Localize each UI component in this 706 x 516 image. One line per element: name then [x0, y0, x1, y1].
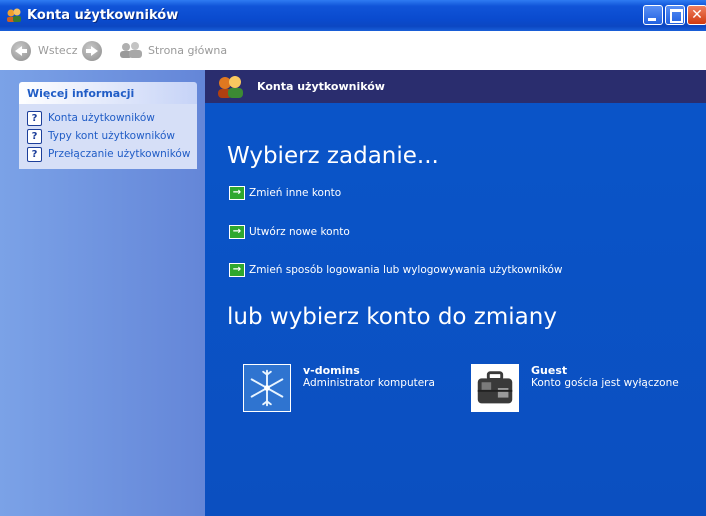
account-name: v-domins	[303, 364, 360, 377]
user-accounts-window: Konta użytkowników ✕ Wstecz Strona główn…	[0, 0, 706, 516]
forward-arrow-icon[interactable]	[82, 41, 102, 61]
task-label: Utwórz nowe konto	[249, 226, 350, 238]
link-switching-users[interactable]: ? Przełączanie użytkowników	[27, 145, 197, 163]
close-icon: ✕	[691, 7, 703, 23]
account-guest[interactable]: Guest Konto gościa jest wyłączone	[471, 364, 691, 412]
account-v-domins[interactable]: v-domins Administrator komputera	[243, 364, 443, 412]
task-change-logon[interactable]: → Zmień sposób logowania lub wylogowywan…	[229, 263, 563, 277]
user-accounts-icon	[7, 8, 21, 22]
navigation-toolbar: Wstecz Strona główna	[0, 31, 706, 71]
panel-title: Więcej informacji	[27, 87, 135, 100]
snowflake-icon	[243, 364, 291, 412]
back-arrow-icon[interactable]	[11, 41, 31, 61]
green-arrow-icon: →	[229, 186, 245, 200]
content-header: Konta użytkowników	[205, 70, 706, 103]
panel-body: ? Konta użytkowników ? Typy kont użytkow…	[19, 104, 197, 169]
home-users-icon[interactable]	[119, 41, 143, 59]
link-label: Przełączanie użytkowników	[48, 148, 191, 160]
task-label: Zmień inne konto	[249, 187, 342, 199]
home-button-label[interactable]: Strona główna	[148, 44, 227, 57]
help-icon: ?	[27, 128, 42, 144]
pick-task-heading: Wybierz zadanie...	[227, 143, 439, 169]
minimize-button[interactable]	[643, 5, 663, 25]
task-pane: Więcej informacji ? Konta użytkowników ?…	[0, 70, 205, 516]
link-label: Konta użytkowników	[48, 112, 155, 124]
help-icon: ?	[27, 146, 42, 162]
link-label: Typy kont użytkowników	[48, 130, 175, 142]
panel-header[interactable]: Więcej informacji	[19, 82, 197, 104]
task-change-account[interactable]: → Zmień inne konto	[229, 186, 341, 200]
title-bar[interactable]: Konta użytkowników ✕	[0, 0, 706, 31]
window-title: Konta użytkowników	[27, 8, 179, 23]
link-user-accounts[interactable]: ? Konta użytkowników	[27, 109, 197, 127]
close-button[interactable]: ✕	[687, 5, 706, 25]
task-create-account[interactable]: → Utwórz nowe konto	[229, 225, 350, 239]
help-icon: ?	[27, 110, 42, 126]
main-content: Konta użytkowników Wybierz zadanie... → …	[205, 70, 706, 516]
more-info-panel: Więcej informacji ? Konta użytkowników ?…	[19, 82, 197, 169]
green-arrow-icon: →	[229, 225, 245, 239]
briefcase-icon	[471, 364, 519, 412]
back-button-label[interactable]: Wstecz	[38, 44, 78, 57]
green-arrow-icon: →	[229, 263, 245, 277]
task-label: Zmień sposób logowania lub wylogowywania…	[249, 264, 563, 276]
account-description: Administrator komputera	[303, 377, 435, 389]
content-header-title: Konta użytkowników	[257, 80, 385, 93]
pick-account-heading: lub wybierz konto do zmiany	[227, 304, 557, 330]
account-name: Guest	[531, 364, 568, 377]
link-account-types[interactable]: ? Typy kont użytkowników	[27, 127, 197, 145]
maximize-button[interactable]	[665, 5, 685, 25]
account-description: Konto gościa jest wyłączone	[531, 377, 679, 389]
user-accounts-icon	[218, 76, 243, 98]
